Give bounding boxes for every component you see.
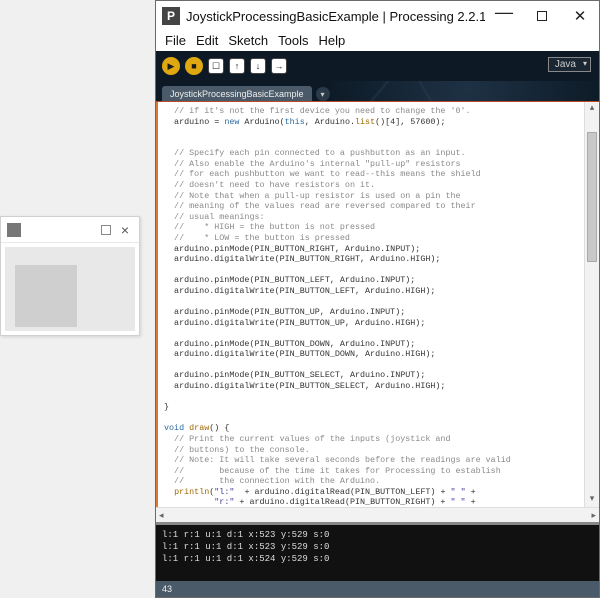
processing-app-icon: P — [162, 7, 180, 25]
code-line[interactable]: arduino.pinMode(PIN_BUTTON_LEFT, Arduino… — [164, 275, 582, 286]
window-minimize-button[interactable]: — — [485, 2, 523, 30]
code-line[interactable]: // meaning of the values read are revers… — [164, 201, 582, 212]
code-line[interactable]: // Also enable the Arduino's internal "p… — [164, 159, 582, 170]
code-line[interactable] — [164, 392, 582, 403]
scroll-left-arrow-icon[interactable]: ◂ — [159, 510, 164, 521]
new-button[interactable]: ☐ — [208, 58, 224, 74]
sketch-canvas-shape — [15, 265, 77, 327]
code-line[interactable] — [164, 138, 582, 149]
vertical-scrollbar[interactable]: ▴ ▾ — [584, 102, 599, 507]
code-line[interactable]: arduino.digitalWrite(PIN_BUTTON_LEFT, Ar… — [164, 286, 582, 297]
sketch-tab[interactable]: JoystickProcessingBasicExample — [162, 86, 312, 101]
window-titlebar[interactable]: P JoystickProcessingBasicExample | Proce… — [156, 1, 599, 31]
window-title: JoystickProcessingBasicExample | Process… — [186, 9, 485, 24]
code-line[interactable]: println("l:" + arduino.digitalRead(PIN_B… — [164, 487, 582, 498]
code-line[interactable]: // Note that when a pull-up resistor is … — [164, 191, 582, 202]
code-line[interactable] — [164, 360, 582, 371]
code-line[interactable] — [164, 265, 582, 276]
sketch-close-icon[interactable]: × — [121, 222, 129, 238]
menu-file[interactable]: File — [162, 33, 189, 48]
code-line[interactable]: arduino.digitalWrite(PIN_BUTTON_RIGHT, A… — [164, 254, 582, 265]
code-line[interactable]: // Specify each pin connected to a pushb… — [164, 148, 582, 159]
mode-dropdown[interactable]: Java — [548, 57, 591, 72]
menubar: File Edit Sketch Tools Help — [156, 31, 599, 51]
status-bar: 43 — [156, 581, 599, 597]
sketch-canvas — [5, 247, 135, 331]
code-line[interactable]: arduino.digitalWrite(PIN_BUTTON_UP, Ardu… — [164, 318, 582, 329]
menu-help[interactable]: Help — [315, 33, 348, 48]
code-line[interactable]: void draw() { — [164, 423, 582, 434]
code-line[interactable]: arduino.pinMode(PIN_BUTTON_UP, Arduino.I… — [164, 307, 582, 318]
code-line[interactable]: arduino = new Arduino(this, Arduino.list… — [164, 117, 582, 128]
tab-bar: JoystickProcessingBasicExample ▾ — [156, 81, 599, 101]
scroll-up-arrow-icon[interactable]: ▴ — [585, 102, 599, 116]
code-line[interactable]: // buttons) to the console. — [164, 445, 582, 456]
console-output[interactable]: l:1 r:1 u:1 d:1 x:523 y:529 s:0 l:1 r:1 … — [156, 525, 599, 581]
save-button[interactable]: ↓ — [250, 58, 266, 74]
horizontal-scrollbar[interactable]: ◂ ▸ — [156, 507, 599, 522]
toolbar: ▶ ■ ☐ ↑ ↓ → Java — [156, 51, 599, 81]
editor-area: // if it's not the first device you need… — [156, 101, 599, 507]
code-editor[interactable]: // if it's not the first device you need… — [158, 102, 584, 507]
sketch-output-window[interactable]: × — [0, 216, 140, 336]
menu-sketch[interactable]: Sketch — [225, 33, 271, 48]
window-maximize-button[interactable] — [523, 2, 561, 30]
code-line[interactable]: // the connection with the Arduino. — [164, 476, 582, 487]
export-button[interactable]: → — [271, 58, 287, 74]
code-line[interactable]: arduino.pinMode(PIN_BUTTON_RIGHT, Arduin… — [164, 244, 582, 255]
run-icon: ▶ — [168, 61, 175, 72]
sketch-titlebar[interactable]: × — [1, 217, 139, 243]
code-line[interactable]: // doesn't need to have resistors on it. — [164, 180, 582, 191]
tab-dropdown-icon[interactable]: ▾ — [316, 87, 330, 101]
code-line[interactable]: // because of the time it takes for Proc… — [164, 466, 582, 477]
scroll-down-arrow-icon[interactable]: ▾ — [585, 493, 599, 507]
code-line[interactable]: // if it's not the first device you need… — [164, 106, 582, 117]
code-line[interactable]: arduino.pinMode(PIN_BUTTON_DOWN, Arduino… — [164, 339, 582, 350]
save-icon: ↓ — [256, 61, 261, 71]
window-close-button[interactable]: ✕ — [561, 2, 599, 30]
code-line[interactable] — [164, 296, 582, 307]
sketch-icon — [7, 223, 21, 237]
scrollbar-thumb[interactable] — [587, 132, 597, 262]
menu-edit[interactable]: Edit — [193, 33, 221, 48]
export-icon: → — [275, 61, 284, 71]
menu-tools[interactable]: Tools — [275, 33, 311, 48]
code-line[interactable]: // * LOW = the button is pressed — [164, 233, 582, 244]
processing-ide-window: P JoystickProcessingBasicExample | Proce… — [155, 0, 600, 598]
code-line[interactable]: // usual meanings: — [164, 212, 582, 223]
code-line[interactable]: // for each pushbutton we want to read--… — [164, 169, 582, 180]
scroll-right-arrow-icon[interactable]: ▸ — [591, 510, 596, 521]
code-line[interactable]: // * HIGH = the button is not pressed — [164, 222, 582, 233]
code-line[interactable] — [164, 328, 582, 339]
stop-button[interactable]: ■ — [185, 57, 203, 75]
code-line[interactable]: // Note: It will take several seconds be… — [164, 455, 582, 466]
stop-icon: ■ — [191, 61, 196, 71]
open-button[interactable]: ↑ — [229, 58, 245, 74]
run-button[interactable]: ▶ — [162, 57, 180, 75]
code-line[interactable] — [164, 413, 582, 424]
new-icon: ☐ — [212, 61, 220, 72]
code-line[interactable]: // Print the current values of the input… — [164, 434, 582, 445]
code-line[interactable]: arduino.pinMode(PIN_BUTTON_SELECT, Ardui… — [164, 370, 582, 381]
code-line[interactable] — [164, 127, 582, 138]
open-icon: ↑ — [235, 61, 240, 71]
code-line[interactable]: "r:" + arduino.digitalRead(PIN_BUTTON_RI… — [164, 497, 582, 507]
code-line[interactable]: arduino.digitalWrite(PIN_BUTTON_DOWN, Ar… — [164, 349, 582, 360]
sketch-maximize-icon[interactable] — [101, 225, 111, 235]
code-line[interactable]: arduino.digitalWrite(PIN_BUTTON_SELECT, … — [164, 381, 582, 392]
status-line-number: 43 — [162, 584, 172, 594]
code-line[interactable]: } — [164, 402, 582, 413]
